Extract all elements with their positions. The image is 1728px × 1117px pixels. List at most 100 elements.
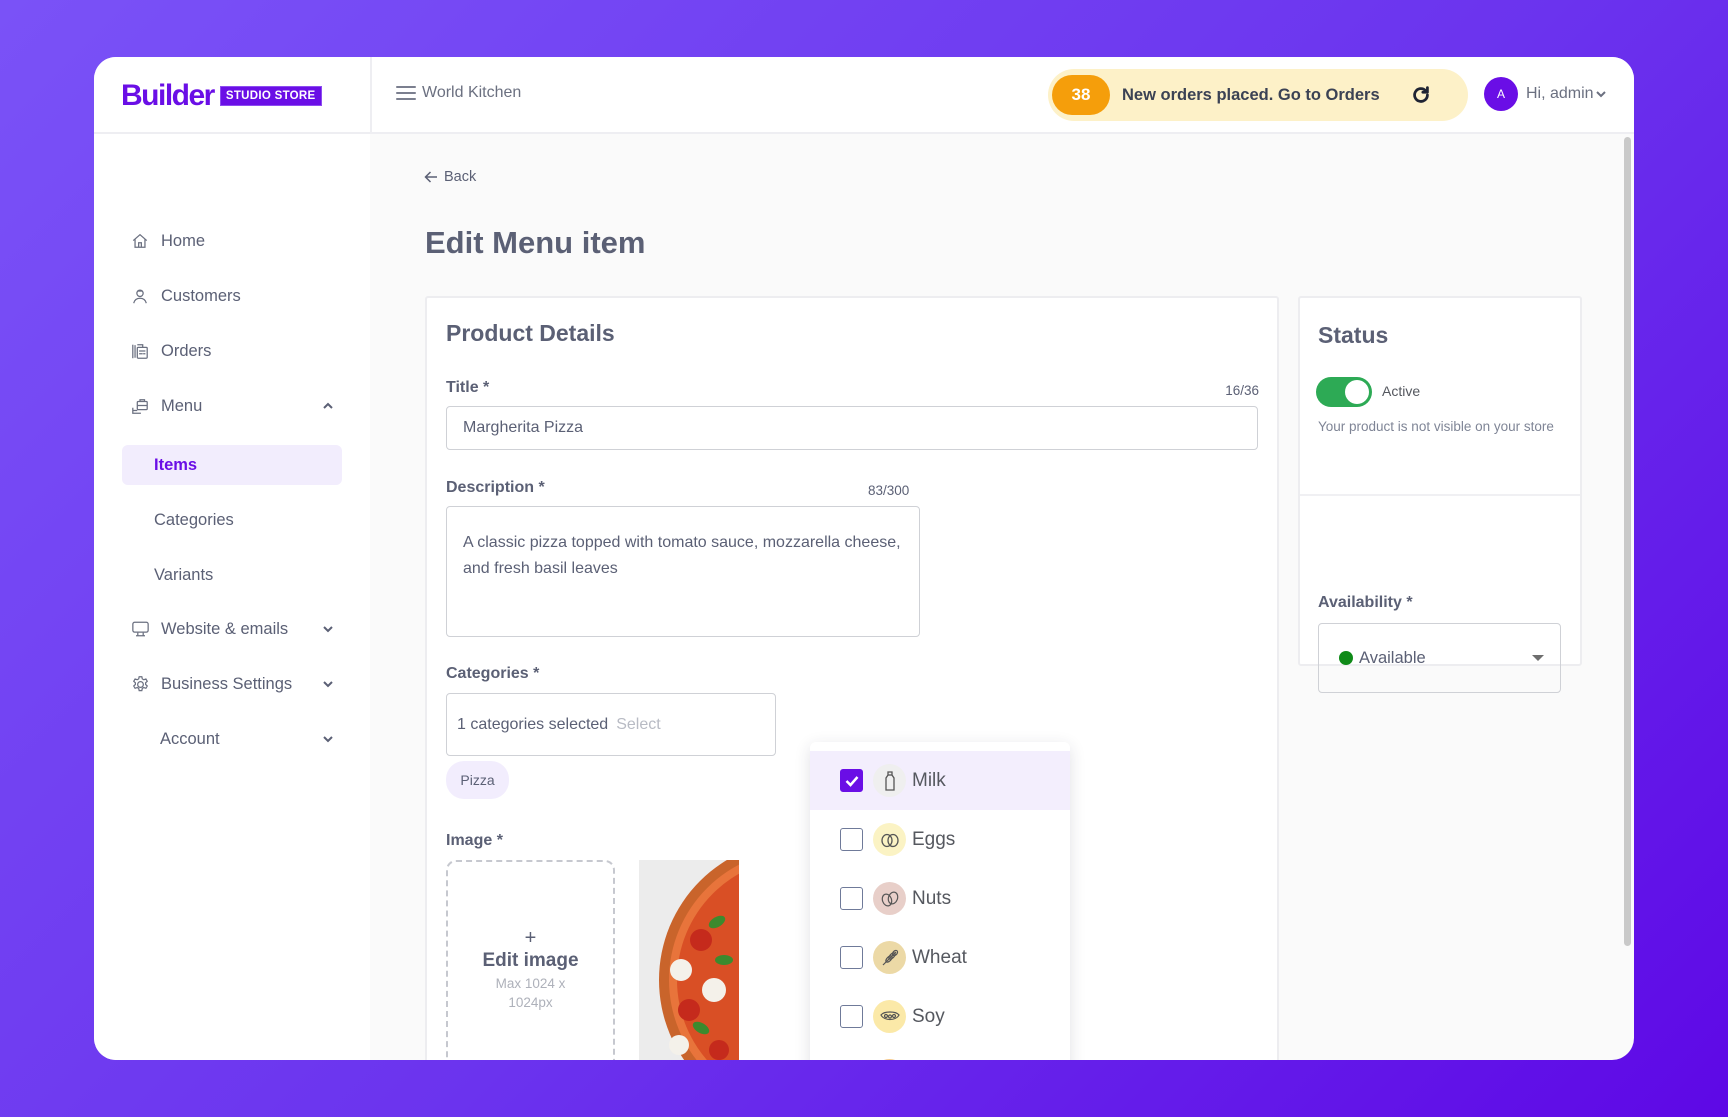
sidebar-item-label: Business Settings (161, 674, 293, 693)
pizza-image (659, 860, 739, 1060)
checkbox[interactable] (840, 946, 863, 969)
upload-hint: Max 1024 x 1024px (495, 976, 566, 1010)
visibility-note: Your product is not visible on your stor… (1318, 419, 1554, 434)
sidebar-item-website-emails[interactable]: Website & emails (130, 609, 334, 649)
sidebar-item-label: Customers (161, 286, 241, 305)
plus-icon: + (524, 927, 537, 949)
categories-placeholder: Select (616, 715, 661, 733)
active-toggle[interactable] (1316, 377, 1372, 407)
availability-value: Available (1359, 648, 1426, 667)
dropdown-option-peanuts[interactable]: Peanuts (810, 1046, 1070, 1060)
logo-badge: STUDIO STORE (219, 86, 322, 106)
product-details-title: Product Details (446, 320, 615, 346)
title-input[interactable]: Margherita Pizza (446, 406, 1258, 450)
logo-wordmark: Builder (121, 79, 215, 112)
hamburger-icon[interactable] (396, 86, 416, 100)
toggle-label: Active (1382, 383, 1421, 399)
logo[interactable]: Builder STUDIO STORE (121, 81, 322, 111)
sidebar: Home Customers Orders Menu Items Categor… (94, 134, 370, 1060)
peanuts-icon (873, 1059, 906, 1060)
option-label: Wheat (912, 946, 967, 968)
title-counter: 16/36 (1225, 383, 1259, 398)
status-card: Status Active Your product is not visibl… (1298, 296, 1582, 693)
dropdown-option-soy[interactable]: Soy (810, 987, 1070, 1046)
chevron-down-icon (1595, 91, 1606, 98)
sidebar-subitem-variants[interactable]: Variants (122, 555, 342, 595)
availability-label: Availability * (1318, 594, 1413, 611)
sidebar-item-orders[interactable]: Orders (130, 331, 334, 371)
user-icon (130, 286, 150, 306)
user-menu[interactable]: A Hi, admin (1484, 77, 1607, 111)
sidebar-item-business-settings[interactable]: Business Settings (130, 664, 334, 704)
gear-icon (130, 674, 150, 694)
sidebar-item-account[interactable]: Account (160, 719, 334, 759)
description-label: Description * (446, 479, 545, 496)
edit-image-button[interactable]: + Edit image Max 1024 x 1024px (446, 860, 615, 1060)
new-orders-banner[interactable]: 38 New orders placed. Go to Orders (1048, 69, 1468, 121)
orders-icon (130, 341, 150, 361)
menu-icon (130, 396, 150, 416)
home-icon (130, 231, 150, 251)
option-label: Soy (912, 1005, 945, 1027)
back-label: Back (444, 169, 477, 185)
description-counter: 83/300 (868, 483, 910, 498)
top-header: Builder STUDIO STORE World Kitchen 38 Ne… (94, 57, 1634, 134)
header-divider (370, 57, 372, 132)
dropdown-option-eggs[interactable]: Eggs (810, 810, 1070, 869)
chevron-up-icon[interactable] (322, 400, 334, 412)
categories-value: 1 categories selected (457, 715, 609, 733)
eggs-icon (873, 823, 906, 856)
sidebar-item-customers[interactable]: Customers (130, 276, 334, 316)
arrow-left-icon (424, 171, 437, 183)
dropdown-option-milk[interactable]: Milk (810, 751, 1070, 810)
option-label: Milk (912, 769, 946, 791)
title-label: Title * (446, 379, 490, 396)
sidebar-item-label: Home (161, 231, 206, 250)
orders-count-badge: 38 (1052, 75, 1110, 115)
sidebar-item-label: Menu (161, 396, 203, 415)
store-switcher[interactable]: World Kitchen (396, 84, 521, 102)
product-photo[interactable] (639, 860, 739, 1060)
available-status-dot (1339, 651, 1353, 665)
dropdown-option-wheat[interactable]: Wheat (810, 928, 1070, 987)
avatar: A (1484, 77, 1518, 111)
checkbox[interactable] (840, 1005, 863, 1028)
store-name: World Kitchen (422, 84, 522, 101)
description-textarea[interactable]: A classic pizza topped with tomato sauce… (446, 506, 920, 637)
category-chip[interactable]: Pizza (446, 761, 509, 799)
back-link[interactable]: Back (424, 169, 476, 185)
image-label: Image * (446, 832, 503, 849)
status-title: Status (1318, 322, 1389, 348)
sidebar-subitem-categories[interactable]: Categories (122, 500, 342, 540)
checkbox[interactable] (840, 828, 863, 851)
sidebar-item-label: Website & emails (161, 619, 289, 638)
milk-bottle-icon (873, 764, 906, 797)
wheat-icon (873, 941, 906, 974)
allergen-dropdown: Milk Eggs Nuts Wheat Soy Peanuts (810, 742, 1070, 1060)
option-label: Eggs (912, 828, 956, 850)
sidebar-item-menu[interactable]: Menu (130, 386, 334, 426)
availability-select[interactable]: Available (1318, 623, 1561, 693)
option-label: Nuts (912, 887, 952, 909)
checkbox-checked[interactable] (840, 769, 863, 792)
soy-icon (873, 1000, 906, 1033)
sidebar-item-home[interactable]: Home (130, 221, 334, 261)
refresh-icon[interactable] (1410, 84, 1432, 106)
divider (1300, 494, 1580, 496)
app-window: Builder STUDIO STORE World Kitchen 38 Ne… (94, 57, 1634, 1060)
chevron-down-icon[interactable] (322, 623, 334, 635)
user-greeting: Hi, admin (1526, 85, 1594, 102)
scrollbar[interactable] (1624, 137, 1631, 946)
sidebar-subitem-items[interactable]: Items (122, 445, 342, 485)
chevron-down-icon[interactable] (322, 733, 334, 745)
categories-label: Categories * (446, 665, 540, 682)
checkbox[interactable] (840, 887, 863, 910)
chevron-down-icon[interactable] (322, 678, 334, 690)
dropdown-option-nuts[interactable]: Nuts (810, 869, 1070, 928)
monitor-icon (130, 619, 150, 639)
upload-title: Edit image (482, 950, 579, 971)
categories-select[interactable]: 1 categories selected Select (446, 693, 776, 756)
caret-down-icon (1532, 655, 1544, 661)
orders-message-link[interactable]: New orders placed. Go to Orders (1122, 86, 1380, 105)
sidebar-item-label: Orders (161, 341, 212, 360)
